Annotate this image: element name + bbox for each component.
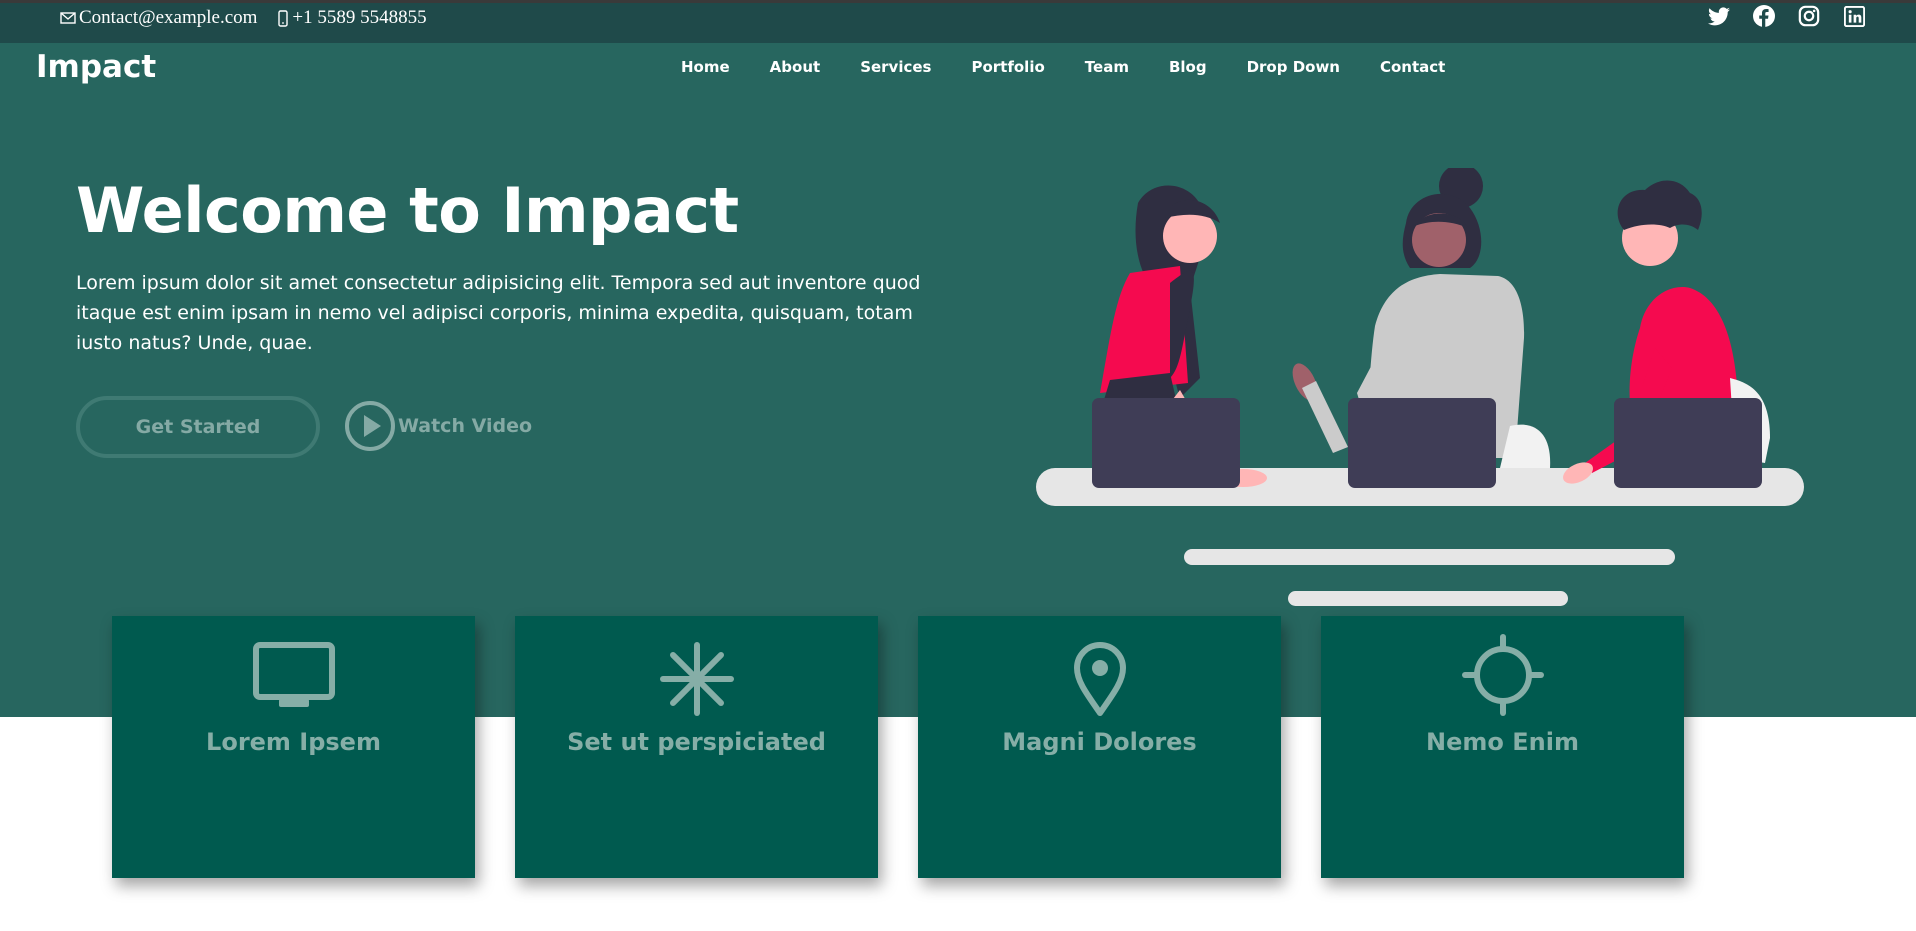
watch-video-label: Watch Video: [398, 415, 533, 437]
crosshair-icon: [1461, 634, 1544, 716]
nav-blog[interactable]: Blog: [1169, 58, 1207, 76]
linkedin-icon[interactable]: [1842, 4, 1866, 28]
site-logo[interactable]: Impact: [36, 49, 156, 85]
envelope-icon: [60, 12, 76, 24]
nav-home[interactable]: Home: [681, 58, 730, 76]
hero-title: Welcome to Impact: [76, 174, 739, 247]
hero-description: Lorem ipsum dolor sit amet consectetur a…: [76, 272, 921, 354]
feature-card[interactable]: Nemo Enim: [1321, 616, 1684, 878]
facebook-icon[interactable]: [1752, 4, 1776, 28]
snowflake-icon: [659, 642, 734, 716]
feature-title: Nemo Enim: [1426, 728, 1579, 756]
map-pin-icon: [1073, 642, 1126, 716]
email-link[interactable]: Contact@example.com: [60, 7, 257, 29]
feature-title: Set ut perspiciated: [567, 728, 826, 756]
team-illustration: [1036, 168, 1804, 606]
instagram-icon[interactable]: [1797, 4, 1821, 28]
phone-link[interactable]: +1 5589 5548855: [277, 7, 427, 29]
nav-contact[interactable]: Contact: [1380, 58, 1445, 76]
nav-about[interactable]: About: [770, 58, 821, 76]
contact-info: Contact@example.com +1 5589 5548855: [60, 7, 447, 29]
get-started-label: Get Started: [135, 416, 261, 438]
feature-card[interactable]: Magni Dolores: [918, 616, 1281, 878]
top-bar: Contact@example.com +1 5589 5548855: [0, 0, 1916, 43]
feature-cards: Lorem Ipsem Set ut perspiciated Magni Do…: [112, 616, 1684, 878]
monitor-icon: [252, 642, 335, 707]
nav-team[interactable]: Team: [1085, 58, 1129, 76]
email-text: Contact@example.com: [79, 7, 258, 28]
play-circle-icon: [345, 401, 395, 451]
watch-video-button[interactable]: Watch Video: [344, 400, 532, 452]
get-started-button[interactable]: Get Started: [76, 396, 320, 458]
main-nav: Home About Services Portfolio Team Blog …: [681, 58, 1445, 76]
feature-title: Lorem Ipsem: [206, 728, 381, 756]
phone-icon: [278, 9, 289, 27]
nav-drop-down[interactable]: Drop Down: [1247, 58, 1340, 76]
social-links: [1686, 4, 1866, 28]
twitter-icon[interactable]: [1707, 4, 1731, 28]
phone-text: +1 5589 5548855: [292, 7, 427, 28]
feature-card[interactable]: Set ut perspiciated: [515, 616, 878, 878]
nav-portfolio[interactable]: Portfolio: [971, 58, 1044, 76]
nav-services[interactable]: Services: [860, 58, 931, 76]
feature-card[interactable]: Lorem Ipsem: [112, 616, 475, 878]
feature-title: Magni Dolores: [1002, 728, 1197, 756]
